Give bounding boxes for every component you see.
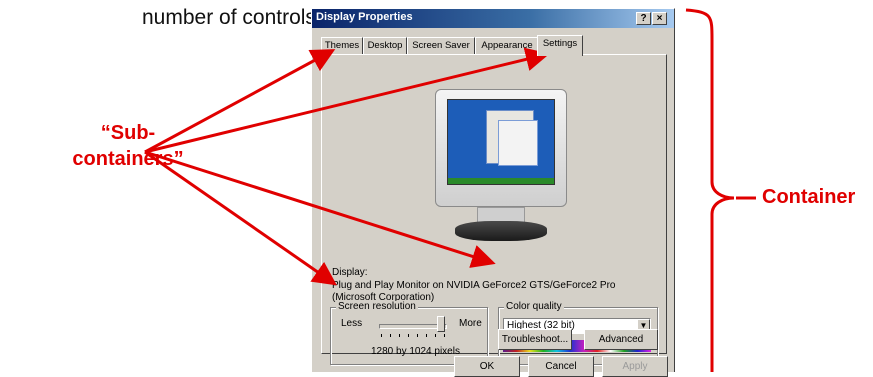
arrow-to-color-quality: [144, 150, 496, 268]
tab-settings[interactable]: Settings: [537, 35, 583, 56]
arrow-to-settings-tab: [144, 47, 550, 154]
arrow-to-tabs: [144, 49, 336, 154]
arrow-to-screen-resolution: [144, 150, 337, 286]
container-brace: [685, 8, 735, 372]
annotation-arrows: [144, 8, 756, 372]
